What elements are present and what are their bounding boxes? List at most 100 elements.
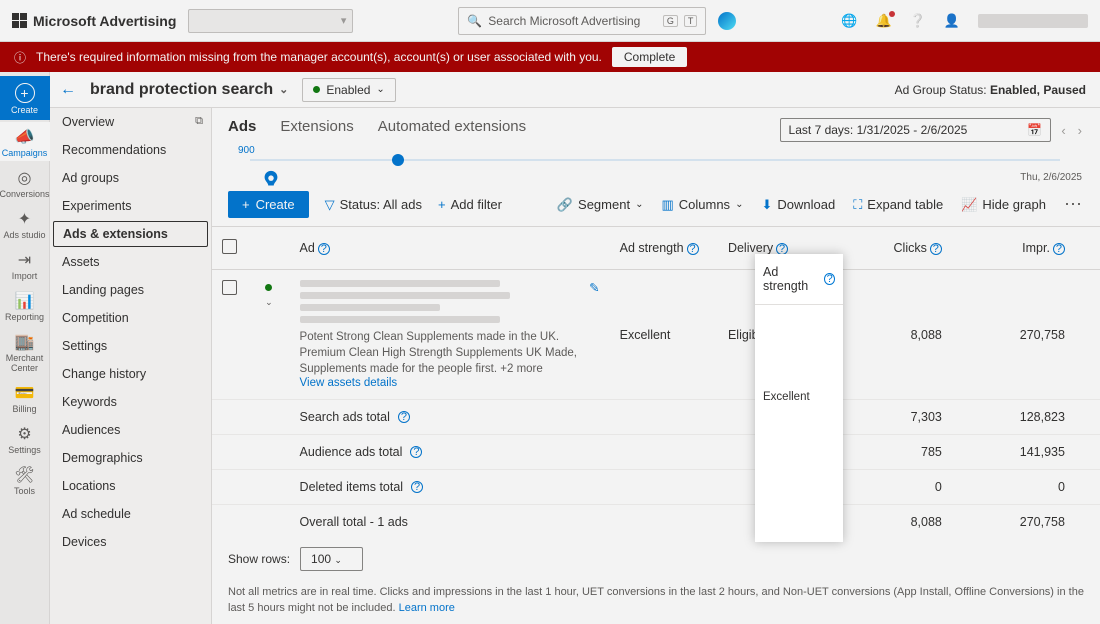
help-icon[interactable]: ?	[930, 243, 942, 255]
table-wrap[interactable]: Ad? Ad strength? Delivery? Clicks? Impr.…	[212, 226, 1100, 537]
more-menu[interactable]: ⋯	[1064, 194, 1084, 215]
help-icon[interactable]: ?	[411, 481, 423, 493]
sidenav-overview[interactable]: Overview⧉	[50, 108, 211, 136]
sidenav-ad-schedule[interactable]: Ad schedule	[50, 500, 211, 528]
tab-ads[interactable]: Ads	[228, 118, 256, 137]
tools-icon: 🛠	[0, 465, 50, 485]
plus-icon: +	[242, 197, 250, 212]
alert-banner: ⓘ There's required information missing f…	[0, 42, 1100, 72]
hide-graph[interactable]: 📈Hide graph	[961, 197, 1046, 213]
tab-extensions[interactable]: Extensions	[280, 118, 353, 137]
popout-icon[interactable]: ⧉	[195, 115, 203, 128]
help-icon[interactable]: ?	[776, 243, 788, 255]
kbd-g: G	[663, 15, 678, 27]
sidenav-recommendations[interactable]: Recommendations	[50, 136, 211, 164]
sidenav-settings[interactable]: Settings	[50, 332, 211, 360]
date-range-picker[interactable]: Last 7 days: 1/31/2025 - 2/6/2025 📅	[780, 118, 1052, 142]
status-pill[interactable]: Enabled ⌄	[302, 78, 395, 102]
expand-table[interactable]: ⛶Expand table	[853, 197, 943, 213]
row-checkbox[interactable]	[222, 280, 237, 295]
copilot-icon[interactable]	[718, 12, 736, 30]
kbd-t: T	[684, 15, 698, 27]
rail-tools[interactable]: 🛠Tools	[0, 460, 50, 499]
brand-logo: Microsoft Advertising	[12, 13, 176, 29]
sidenav-competition[interactable]: Competition	[50, 304, 211, 332]
lightbulb-drop-icon[interactable]	[260, 169, 282, 191]
sidenav-demographics[interactable]: Demographics	[50, 444, 211, 472]
cell-clicks: 8,088	[829, 270, 952, 400]
add-filter[interactable]: +Add filter	[438, 197, 502, 212]
footer: Show rows: 100 ⌄ Not all metrics are in …	[212, 537, 1100, 624]
learn-more-link[interactable]: Learn more	[399, 602, 455, 614]
sidenav-landing-pages[interactable]: Landing pages	[50, 276, 211, 304]
rail-reporting[interactable]: 📊Reporting	[0, 286, 50, 325]
cell-ctr: 2.99%	[1075, 270, 1100, 400]
sidenav-keywords[interactable]: Keywords	[50, 388, 211, 416]
sidenav-experiments[interactable]: Experiments	[50, 192, 211, 220]
timeline-track[interactable]	[250, 159, 1060, 161]
tab-automated-extensions[interactable]: Automated extensions	[378, 118, 526, 137]
rail-create-label: Create	[11, 105, 38, 115]
help-icon[interactable]: ?	[1053, 243, 1065, 255]
sidenav-audiences[interactable]: Audiences	[50, 416, 211, 444]
user-icon[interactable]: 👤	[944, 13, 960, 29]
col-impr[interactable]: Impr.	[1022, 241, 1050, 255]
chevron-down-icon: ⌄	[279, 83, 288, 96]
rail-create[interactable]: + Create	[0, 76, 50, 120]
download-button[interactable]: ⬇Download	[761, 197, 835, 213]
page-title[interactable]: brand protection search ⌄	[90, 81, 288, 99]
rail-billing[interactable]: 💳Billing	[0, 378, 50, 417]
rail-settings[interactable]: ⚙Settings	[0, 419, 50, 458]
help-icon[interactable]: ?	[318, 243, 330, 255]
view-assets-link[interactable]: View assets details	[300, 377, 580, 389]
sidenav-assets[interactable]: Assets	[50, 248, 211, 276]
sidenav-change-history[interactable]: Change history	[50, 360, 211, 388]
sidenav-ads-extensions[interactable]: Ads & extensions	[53, 221, 208, 247]
alert-icon: ⓘ	[14, 49, 26, 66]
rail-merchant[interactable]: 🏬Merchant Center	[0, 327, 50, 376]
search-input[interactable]: 🔍 Search Microsoft Advertising G T	[458, 7, 706, 35]
ads-table: Ad? Ad strength? Delivery? Clicks? Impr.…	[212, 226, 1100, 537]
header-icons: 🌐 🔔 ❔ 👤	[841, 13, 1088, 29]
total-deleted: Deleted items total? 0 0 0.00%	[212, 470, 1100, 505]
ad-group-status: Ad Group Status: Enabled, Paused	[895, 83, 1086, 97]
help-icon[interactable]: ?	[410, 446, 422, 458]
account-dropdown[interactable]: ▾	[188, 9, 353, 33]
sidenav-devices[interactable]: Devices	[50, 528, 211, 556]
back-button[interactable]: ←	[60, 81, 76, 99]
rows-select[interactable]: 100 ⌄	[300, 547, 363, 571]
sidenav-locations[interactable]: Locations	[50, 472, 211, 500]
col-delivery[interactable]: Delivery	[728, 241, 773, 255]
create-button[interactable]: +Create	[228, 191, 309, 218]
rail-campaigns[interactable]: 📣Campaigns	[0, 122, 50, 161]
globe-icon[interactable]: 🌐	[841, 13, 857, 29]
timeline-handle[interactable]	[392, 154, 404, 166]
toolbar: +Create ▽Status: All ads +Add filter 🔗Se…	[212, 183, 1100, 226]
col-clicks[interactable]: Clicks	[894, 241, 927, 255]
group-status-value: Enabled, Paused	[990, 83, 1086, 97]
help-icon[interactable]: ❔	[910, 13, 926, 29]
columns-dropdown[interactable]: ▥Columns ⌄	[661, 197, 743, 213]
col-ad[interactable]: Ad	[300, 241, 315, 255]
chart-icon: 📊	[0, 291, 50, 311]
complete-button[interactable]: Complete	[612, 47, 687, 67]
status-filter[interactable]: ▽Status: All ads	[325, 197, 422, 213]
cell-delivery: Eligible	[718, 270, 829, 400]
select-all-checkbox[interactable]	[222, 239, 237, 254]
date-prev[interactable]: ‹	[1059, 123, 1067, 138]
page-title-text: brand protection search	[90, 81, 273, 99]
table-row[interactable]: ⌄ Potent Strong Clean Supplements made i…	[212, 270, 1100, 400]
ad-description: Potent Strong Clean Supplements made in …	[300, 329, 580, 377]
chevron-down-icon[interactable]: ⌄	[265, 297, 273, 307]
sidenav-ad-groups[interactable]: Ad groups	[50, 164, 211, 192]
rail-ads-studio[interactable]: ✦Ads studio	[0, 204, 50, 243]
rail-import[interactable]: ⇥Import	[0, 245, 50, 284]
help-icon[interactable]: ?	[398, 411, 410, 423]
segment-dropdown[interactable]: 🔗Segment ⌄	[557, 197, 644, 213]
rail-conversions[interactable]: ◎Conversions	[0, 163, 50, 202]
help-icon[interactable]: ?	[687, 243, 699, 255]
edit-icon[interactable]: ✎	[589, 280, 599, 295]
col-ad-strength[interactable]: Ad strength	[620, 241, 684, 255]
date-next[interactable]: ›	[1076, 123, 1084, 138]
notifications-icon[interactable]: 🔔	[875, 13, 891, 29]
